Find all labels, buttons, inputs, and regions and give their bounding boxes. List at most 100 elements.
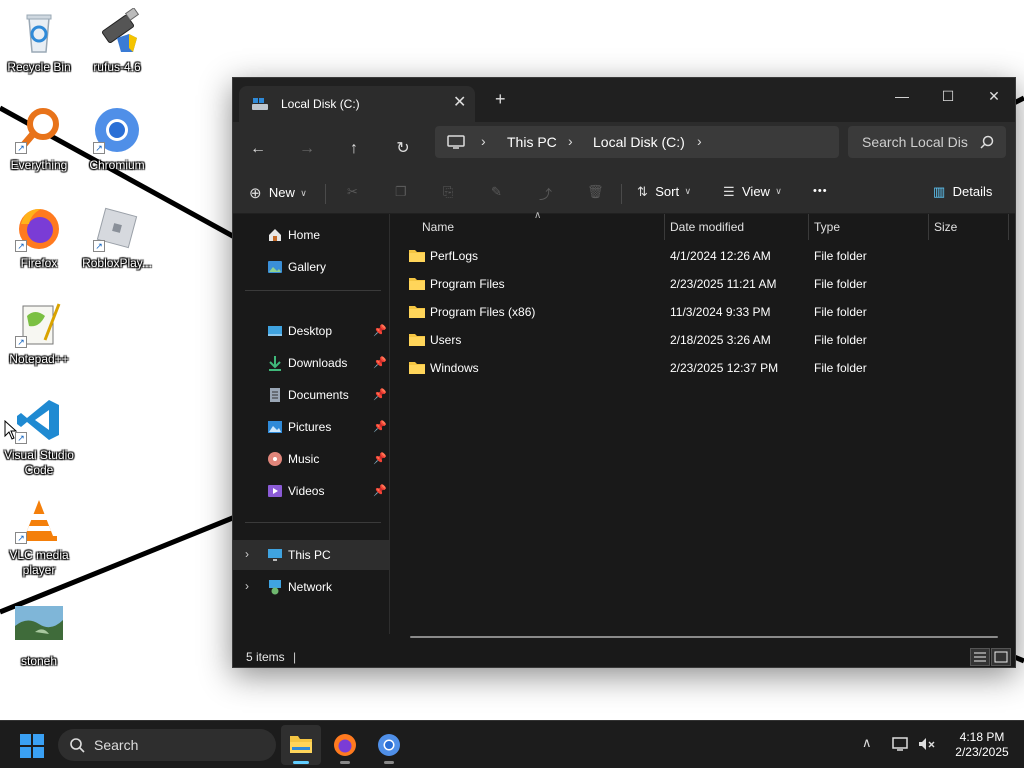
table-row[interactable]: Users 2/18/2025 3:26 AM File folder <box>408 326 1008 354</box>
search-placeholder: Search Local Dis <box>862 134 968 150</box>
table-row[interactable]: PerfLogs 4/1/2024 12:26 AM File folder <box>408 242 1008 270</box>
delete-icon[interactable]: 🗑 <box>587 184 604 200</box>
toolbar-divider <box>621 184 622 204</box>
nav-item-this-pc[interactable]: › This PC <box>233 540 389 570</box>
nav-item-home[interactable]: Home <box>233 220 389 250</box>
breadcrumb-chevron-icon[interactable]: › <box>697 133 702 149</box>
file-type: File folder <box>814 277 867 291</box>
search-box[interactable]: Search Local Dis <box>848 126 1006 158</box>
folder-icon <box>408 304 426 322</box>
forward-button[interactable]: → <box>296 138 318 160</box>
nav-item-music[interactable]: Music 📌 <box>233 444 389 474</box>
nav-label: Downloads <box>288 356 348 370</box>
download-arrow-icon <box>267 355 283 371</box>
desktop-icon-firefox[interactable]: ↗ Firefox <box>1 204 77 271</box>
column-header-size[interactable]: Size <box>934 214 957 240</box>
share-icon[interactable]: ⤴ <box>539 184 552 203</box>
copy-icon[interactable]: ❐ <box>395 184 407 200</box>
tab-local-disk[interactable]: Local Disk (C:) ✕ <box>239 86 475 122</box>
column-divider[interactable] <box>664 214 665 240</box>
nav-item-documents[interactable]: Documents 📌 <box>233 380 389 410</box>
breadcrumb-chevron-icon: › <box>568 133 573 149</box>
system-clock[interactable]: 4:18 PM 2/23/2025 <box>944 730 1020 760</box>
pin-icon[interactable]: 📌 <box>373 324 387 337</box>
new-tab-button[interactable]: + <box>495 89 506 110</box>
file-date: 2/18/2025 3:26 AM <box>670 333 771 347</box>
column-divider[interactable] <box>808 214 809 240</box>
taskbar-search-label: Search <box>94 737 139 753</box>
table-row[interactable]: Program Files (x86) 11/3/2024 9:33 PM Fi… <box>408 298 1008 326</box>
close-window-button[interactable]: ✕ <box>971 82 1017 110</box>
column-header-type[interactable]: Type <box>814 214 840 240</box>
breadcrumb-local-disk[interactable]: Local Disk (C:) <box>593 134 685 150</box>
desktop-icon-rufus[interactable]: rufus-4.6 <box>79 7 155 75</box>
desktop-icon-notepadpp[interactable]: ↗ Notepad++ <box>1 300 77 367</box>
pin-icon[interactable]: 📌 <box>373 388 387 401</box>
desktop-icon-chromium[interactable]: ↗ Chromium <box>79 106 155 173</box>
pin-icon[interactable]: 📌 <box>373 356 387 369</box>
nav-label: Gallery <box>288 260 327 274</box>
cut-icon[interactable]: ✂ <box>347 184 358 200</box>
large-icons-view-button[interactable] <box>991 648 1011 666</box>
address-bar[interactable]: › This PC › Local Disk (C:) › <box>435 126 839 158</box>
column-divider[interactable] <box>1008 214 1009 240</box>
taskbar-file-explorer[interactable] <box>281 725 321 765</box>
firefox-icon <box>334 734 356 756</box>
sort-button[interactable]: ⇅ Sort ∨ <box>637 184 691 200</box>
nav-label: Documents <box>288 388 349 402</box>
nav-label: Music <box>288 452 320 466</box>
pin-icon[interactable]: 📌 <box>373 484 387 497</box>
nav-item-videos[interactable]: Videos 📌 <box>233 476 389 506</box>
desktop-icon-vlc[interactable]: ↗ VLC media player <box>1 496 77 578</box>
rename-icon[interactable]: ✎ <box>491 184 502 200</box>
taskbar-firefox[interactable] <box>325 725 365 765</box>
clock-time: 4:18 PM <box>959 730 1005 744</box>
pin-icon[interactable]: 📌 <box>373 452 387 465</box>
desktop-icon-recycle-bin[interactable]: Recycle Bin <box>1 8 77 75</box>
gallery-icon <box>267 259 283 275</box>
table-row[interactable]: Windows 2/23/2025 12:37 PM File folder <box>408 354 1008 382</box>
close-tab-icon[interactable]: ✕ <box>453 92 466 112</box>
volume-muted-icon[interactable] <box>918 736 936 752</box>
shortcut-arrow-icon: ↗ <box>93 142 105 154</box>
horizontal-scrollbar[interactable] <box>410 636 998 638</box>
chevron-right-icon[interactable]: › <box>245 579 249 593</box>
details-view-button[interactable] <box>970 648 990 666</box>
minimize-button[interactable]: — <box>879 82 925 110</box>
new-button[interactable]: ⊕ New ∨ <box>249 184 307 202</box>
windows-logo-icon <box>20 734 44 758</box>
nav-label: Desktop <box>288 324 333 338</box>
desktop-icon-everything[interactable]: ↗ Everything <box>1 106 77 173</box>
taskbar-chromium[interactable] <box>369 725 409 765</box>
details-pane-button[interactable]: ▥ Details <box>933 184 992 200</box>
column-divider[interactable] <box>928 214 929 240</box>
desktop-icon-roblox[interactable]: ↗ RobloxPlay... <box>79 204 155 271</box>
show-hidden-icons-button[interactable]: ∧ <box>862 735 872 751</box>
up-button[interactable]: ↑ <box>343 138 365 160</box>
nav-item-network[interactable]: › Network <box>233 572 389 602</box>
network-status-icon[interactable] <box>892 736 910 752</box>
view-button[interactable]: ☰ View ∨ <box>723 184 782 200</box>
pin-icon[interactable]: 📌 <box>373 420 387 433</box>
nav-item-pictures[interactable]: Pictures 📌 <box>233 412 389 442</box>
refresh-button[interactable]: ↻ <box>392 138 414 160</box>
table-row[interactable]: Program Files 2/23/2025 11:21 AM File fo… <box>408 270 1008 298</box>
desktop-icon-label: Firefox <box>20 256 58 270</box>
nav-item-downloads[interactable]: Downloads 📌 <box>233 348 389 378</box>
back-button[interactable]: ← <box>247 138 269 160</box>
start-button[interactable] <box>20 734 44 761</box>
nav-item-gallery[interactable]: Gallery <box>233 252 389 282</box>
address-toolbar: ← → ↑ ↻ › This PC › Local Disk (C:) › Se… <box>233 122 1015 174</box>
column-header-date[interactable]: Date modified <box>670 214 744 240</box>
breadcrumb-this-pc[interactable]: This PC <box>507 134 557 150</box>
desktop-icon-stoneh[interactable]: stoneh <box>1 602 77 669</box>
nav-item-desktop[interactable]: Desktop 📌 <box>233 316 389 346</box>
nav-label: This PC <box>288 548 331 562</box>
paste-icon[interactable]: ⎘ <box>443 184 453 200</box>
column-header-name[interactable]: Name <box>422 214 454 240</box>
nav-label: Videos <box>288 484 325 498</box>
maximize-button[interactable]: ☐ <box>925 82 971 110</box>
more-options-button[interactable]: ••• <box>813 185 828 197</box>
chevron-right-icon[interactable]: › <box>245 547 249 561</box>
taskbar-search[interactable]: Search <box>58 729 276 761</box>
